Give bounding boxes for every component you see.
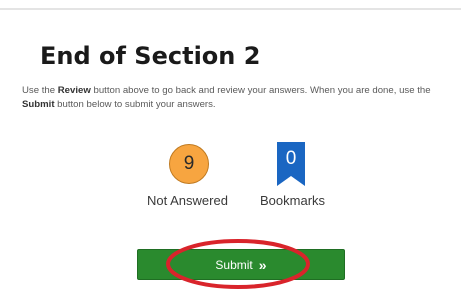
bookmarks-label: Bookmarks bbox=[260, 193, 326, 208]
bookmarks-count: 0 bbox=[285, 148, 297, 169]
bookmarks-count-badge[interactable]: 0 bbox=[277, 142, 305, 186]
double-chevron-right-icon: » bbox=[258, 256, 267, 273]
not-answered-count-badge[interactable]: 9 bbox=[169, 144, 209, 184]
top-divider bbox=[0, 8, 461, 10]
instructions-part-2: button above to go back and review your … bbox=[90, 85, 431, 96]
instructions-part-1: Use the bbox=[22, 85, 58, 96]
submit-button-label: Submit bbox=[215, 257, 253, 272]
instructions-part-3: button below to submit your answers. bbox=[54, 99, 216, 110]
end-of-section-page: End of Section 2 Use the Review button a… bbox=[0, 0, 461, 299]
page-title: End of Section 2 bbox=[40, 42, 261, 70]
review-keyword: Review bbox=[57, 85, 91, 96]
instructions-text: Use the Review button above to go back a… bbox=[22, 84, 442, 112]
submit-keyword: Submit bbox=[22, 99, 55, 110]
submit-button[interactable]: Submit » bbox=[137, 249, 345, 280]
not-answered-label: Not Answered bbox=[147, 193, 228, 208]
